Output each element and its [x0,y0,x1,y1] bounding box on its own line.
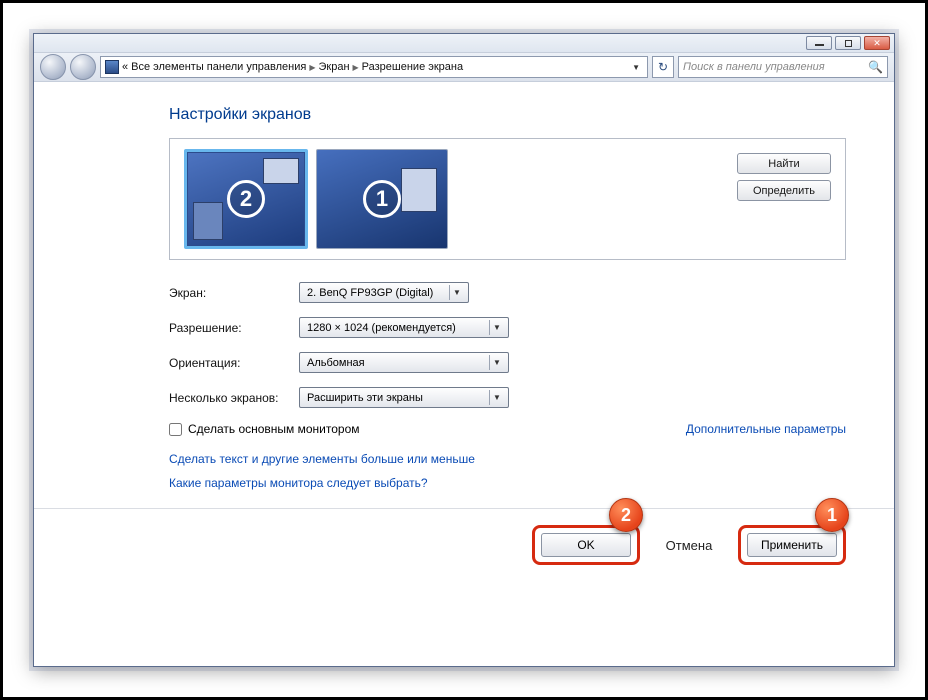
orientation-dropdown[interactable]: Альбомная ▼ [299,352,509,373]
display-number-badge: 2 [227,180,265,218]
screen-value: 2. BenQ FP93GP (Digital) [307,287,433,299]
chevron-right-icon: ▶ [309,63,315,72]
breadcrumb-item[interactable]: Все элементы панели управления [131,61,306,73]
content-panel: Настройки экранов 2 1 Найти Определить Э… [34,84,894,666]
text-size-link[interactable]: Сделать текст и другие элементы больше и… [169,452,846,466]
nav-back-button[interactable] [40,54,66,80]
page-title: Настройки экранов [169,106,846,124]
chevron-down-icon: ▼ [489,355,504,370]
annotation-badge: 2 [609,498,643,532]
resolution-dropdown[interactable]: 1280 × 1024 (рекомендуется) ▼ [299,317,509,338]
chevron-down-icon: ▼ [449,285,464,300]
ok-button[interactable]: OK [541,533,631,557]
display-number-badge: 1 [363,180,401,218]
dialog-buttons: 2 OK Отмена 1 Применить [169,525,846,565]
control-panel-window: ✕ « Все элементы панели управления ▶ Экр… [33,33,895,667]
orientation-value: Альбомная [307,357,365,369]
window-minimize-button[interactable] [806,36,832,50]
search-placeholder: Поиск в панели управления [683,61,825,73]
cancel-button[interactable]: Отмена [650,533,728,557]
window-glyph-icon [193,202,223,240]
chevron-down-icon: ▼ [489,390,504,405]
search-input[interactable]: Поиск в панели управления 🔍 [678,56,888,78]
window-maximize-button[interactable] [835,36,861,50]
detect-button[interactable]: Найти [737,153,831,174]
titlebar: ✕ [34,34,894,52]
chevron-down-icon: ▼ [489,320,504,335]
search-icon: 🔍 [868,60,883,74]
address-bar: « Все элементы панели управления ▶ Экран… [34,52,894,82]
chevron-right-icon: ▶ [353,63,359,72]
resolution-value: 1280 × 1024 (рекомендуется) [307,322,456,334]
window-close-button[interactable]: ✕ [864,36,890,50]
screen-dropdown[interactable]: 2. BenQ FP93GP (Digital) ▼ [299,282,469,303]
screen-label: Экран: [169,286,299,300]
multiple-displays-label: Несколько экранов: [169,391,299,405]
breadcrumb-overflow: « [122,61,128,73]
refresh-button[interactable]: ↻ [652,56,674,78]
orientation-label: Ориентация: [169,356,299,370]
display-thumbnail-2[interactable]: 2 [184,149,308,249]
identify-button[interactable]: Определить [737,180,831,201]
window-glyph-icon [401,168,437,212]
display-arrangement[interactable]: 2 1 Найти Определить [169,138,846,260]
chevron-down-icon[interactable]: ▼ [629,63,643,72]
make-primary-label: Сделать основным монитором [188,422,360,436]
window-glyph-icon [263,158,299,184]
annotation-frame: 2 OK [532,525,640,565]
which-settings-link[interactable]: Какие параметры монитора следует выбрать… [169,476,846,490]
multiple-displays-value: Расширить эти экраны [307,392,423,404]
breadcrumb-item[interactable]: Экран [318,61,349,73]
resolution-label: Разрешение: [169,321,299,335]
breadcrumb-item[interactable]: Разрешение экрана [362,61,463,73]
advanced-settings-link[interactable]: Дополнительные параметры [686,422,846,440]
annotation-badge: 1 [815,498,849,532]
display-thumbnail-1[interactable]: 1 [316,149,448,249]
apply-button[interactable]: Применить [747,533,837,557]
multiple-displays-dropdown[interactable]: Расширить эти экраны ▼ [299,387,509,408]
make-primary-checkbox[interactable] [169,423,182,436]
breadcrumb[interactable]: « Все элементы панели управления ▶ Экран… [100,56,648,78]
annotation-frame: 1 Применить [738,525,846,565]
separator [34,508,894,509]
monitor-icon [105,60,119,74]
nav-forward-button[interactable] [70,54,96,80]
